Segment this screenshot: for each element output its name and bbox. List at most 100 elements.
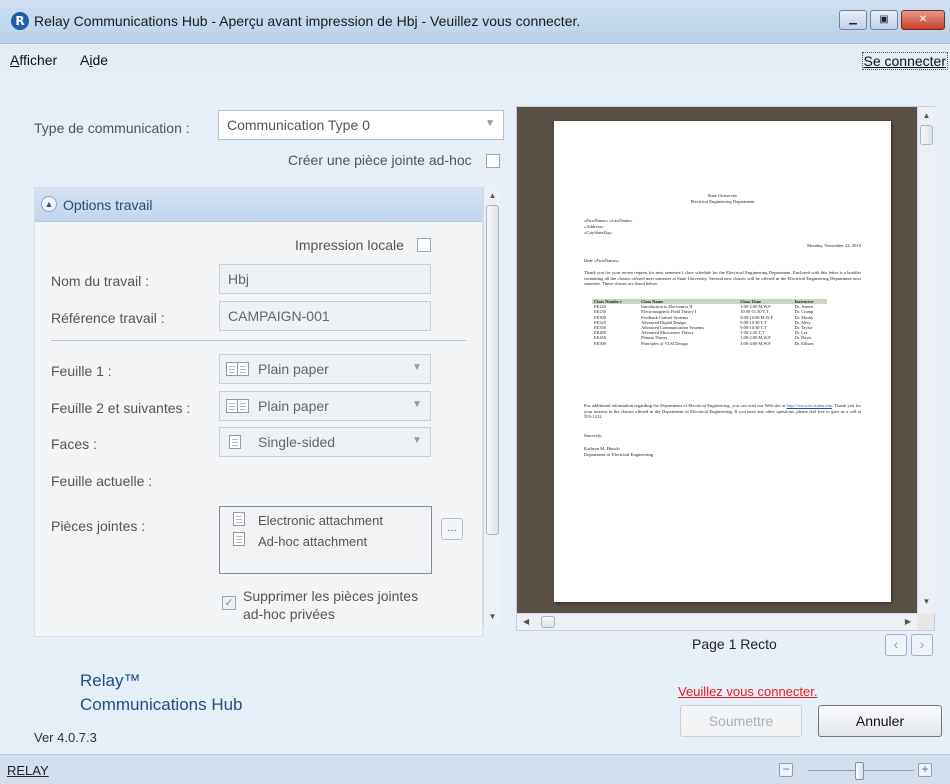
paper-icon	[237, 399, 249, 413]
doc-table-cell: EE500	[594, 340, 606, 346]
chevron-down-icon: ▼	[412, 362, 422, 373]
attachments-label: Pièces jointes :	[51, 518, 146, 534]
comm-type-value: Communication Type 0	[227, 117, 370, 133]
next-page-button[interactable]: ›	[911, 634, 933, 656]
sheet1-select[interactable]: Plain paper ▼	[219, 354, 431, 384]
status-bar: RELAY − +	[0, 754, 950, 784]
doc-website-link: http://www.ee.stateu.edu	[786, 403, 833, 408]
preview-hscroll-thumb[interactable]	[541, 616, 555, 628]
faces-select[interactable]: Single-sided ▼	[219, 427, 431, 457]
maximize-button[interactable]: ▣	[870, 10, 898, 30]
sheet2-select[interactable]: Plain paper ▼	[219, 391, 431, 421]
chevron-right-icon: ›	[919, 636, 925, 652]
suppress-adhoc-label-line2: ad-hoc privées	[243, 606, 335, 622]
brand-line1: Relay™	[80, 671, 141, 690]
electronic-attachment-icon	[233, 512, 245, 526]
doc-closing: Sincerely,	[584, 433, 603, 438]
menu-aide[interactable]: Aide	[80, 52, 108, 68]
browse-attachments-button[interactable]: ...	[441, 518, 463, 540]
doc-date: Monday, November 22, 2010	[807, 243, 861, 248]
zoom-out-button[interactable]: −	[779, 763, 793, 777]
sheet1-value: Plain paper	[258, 361, 329, 377]
doc-table-cell: Principles of VLSI Design	[641, 340, 688, 346]
adhoc-attachment-icon	[233, 532, 245, 546]
prev-page-button[interactable]: ‹	[885, 634, 907, 656]
maximize-icon: ▣	[879, 14, 889, 25]
menu-afficher[interactable]: Afficher	[10, 52, 57, 68]
job-name-field[interactable]: Hbj	[219, 264, 431, 294]
sign-in-prompt-link[interactable]: Veuillez vous connecter.	[678, 684, 817, 699]
preview-canvas: State University Electrical Engineering …	[517, 107, 917, 613]
suppress-adhoc-checkbox[interactable]: ✓	[222, 596, 236, 610]
doc-addr2: «Address»	[584, 224, 604, 229]
cancel-button[interactable]: Annuler	[818, 705, 942, 737]
options-scrollbar[interactable]: ▲ ▼	[483, 187, 501, 627]
app-logo-icon: R	[11, 12, 29, 30]
app-window: R Relay Communications Hub - Aperçu avan…	[0, 0, 950, 784]
doc-addr1: «FirstName» «LastName»	[584, 218, 633, 223]
chevron-down-icon: ▼	[412, 399, 422, 410]
version-label: Ver 4.0.7.3	[34, 730, 97, 745]
chevron-down-icon: ▼	[412, 435, 422, 446]
minimize-button[interactable]: ▁	[839, 10, 867, 30]
job-options-title: Options travail	[63, 197, 153, 213]
zoom-slider-thumb[interactable]	[855, 762, 864, 780]
faces-label: Faces :	[51, 436, 97, 452]
comm-type-select[interactable]: Communication Type 0 ▼	[218, 110, 504, 140]
doc-table-cell: Dr. Ellison	[794, 340, 814, 346]
attachment-item: Ad-hoc attachment	[258, 534, 368, 549]
comm-type-label: Type de communication :	[34, 120, 190, 136]
scroll-right-icon[interactable]: ▶	[905, 617, 911, 626]
preview-page: State University Electrical Engineering …	[554, 121, 891, 602]
attachment-item: Electronic attachment	[258, 513, 384, 528]
job-ref-label: Référence travail :	[51, 310, 165, 326]
paper-icon	[237, 362, 249, 376]
brand-line2: Communications Hub	[80, 695, 243, 714]
scroll-down-icon[interactable]: ▼	[484, 612, 501, 621]
adhoc-checkbox[interactable]	[486, 154, 500, 168]
suppress-adhoc-label: Supprimer les pièces jointes	[243, 588, 419, 604]
print-preview[interactable]: State University Electrical Engineering …	[516, 106, 935, 631]
doc-org: State University	[707, 193, 738, 198]
doc-table-row: EE500 Principles of VLSI Design 3:00-4:00 …	[592, 341, 827, 346]
close-button[interactable]: ✕	[901, 10, 945, 30]
close-icon: ✕	[918, 14, 928, 25]
collapse-icon[interactable]: ▲	[41, 196, 57, 212]
current-sheet-label: Feuille actuelle :	[51, 473, 153, 489]
window-title: Relay Communications Hub - Aperçu avant …	[34, 13, 581, 29]
status-text[interactable]: RELAY	[7, 763, 49, 778]
doc-addr3: «CityStateZip»	[584, 230, 613, 235]
preview-vscroll-thumb[interactable]	[920, 125, 933, 145]
zoom-in-button[interactable]: +	[918, 763, 932, 777]
scroll-left-icon[interactable]: ◀	[523, 617, 529, 626]
job-name-label: Nom du travail :	[51, 273, 150, 289]
title-bar: R Relay Communications Hub - Aperçu avan…	[0, 0, 950, 44]
page-indicator: Page 1 Recto	[692, 636, 777, 652]
main-content: Type de communication : Communication Ty…	[0, 76, 950, 754]
options-scroll-thumb[interactable]	[486, 205, 499, 535]
sheet2-label: Feuille 2 et suivantes :	[51, 400, 191, 416]
scroll-up-icon[interactable]: ▲	[918, 111, 935, 120]
job-ref-field[interactable]: CAMPAIGN-001	[219, 301, 431, 331]
preview-hscrollbar[interactable]: ◀ ▶	[517, 613, 917, 630]
doc-table-cell: 3:00-4:00 M,W,F	[740, 340, 771, 346]
sign-in-link[interactable]: Se connecter	[861, 52, 948, 70]
submit-button[interactable]: Soumettre	[680, 705, 802, 737]
sheet1-label: Feuille 1 :	[51, 363, 112, 379]
attachments-list[interactable]: Electronic attachment Ad-hoc attachment	[219, 506, 432, 574]
local-print-checkbox[interactable]	[417, 238, 431, 252]
doc-class-table: Class Numbe r Class Name Class Time Inst…	[592, 299, 827, 346]
faces-value: Single-sided	[258, 434, 336, 450]
doc-body2: For additional information regarding the…	[584, 403, 861, 420]
job-options-header[interactable]: ▲ Options travail	[35, 188, 482, 222]
section-divider	[51, 340, 466, 341]
preview-vscrollbar[interactable]: ▲ ▼	[917, 107, 935, 613]
adhoc-label: Créer une pièce jointe ad-hoc	[288, 152, 472, 168]
single-sided-icon	[229, 435, 241, 449]
sheet2-value: Plain paper	[258, 398, 329, 414]
scroll-down-icon[interactable]: ▼	[918, 597, 935, 606]
doc-dept: Electrical Engineering Department	[690, 199, 755, 204]
doc-greeting: Dear «FirstName»,	[584, 258, 620, 263]
scroll-up-icon[interactable]: ▲	[484, 191, 501, 200]
minimize-icon: ▁	[849, 14, 857, 25]
